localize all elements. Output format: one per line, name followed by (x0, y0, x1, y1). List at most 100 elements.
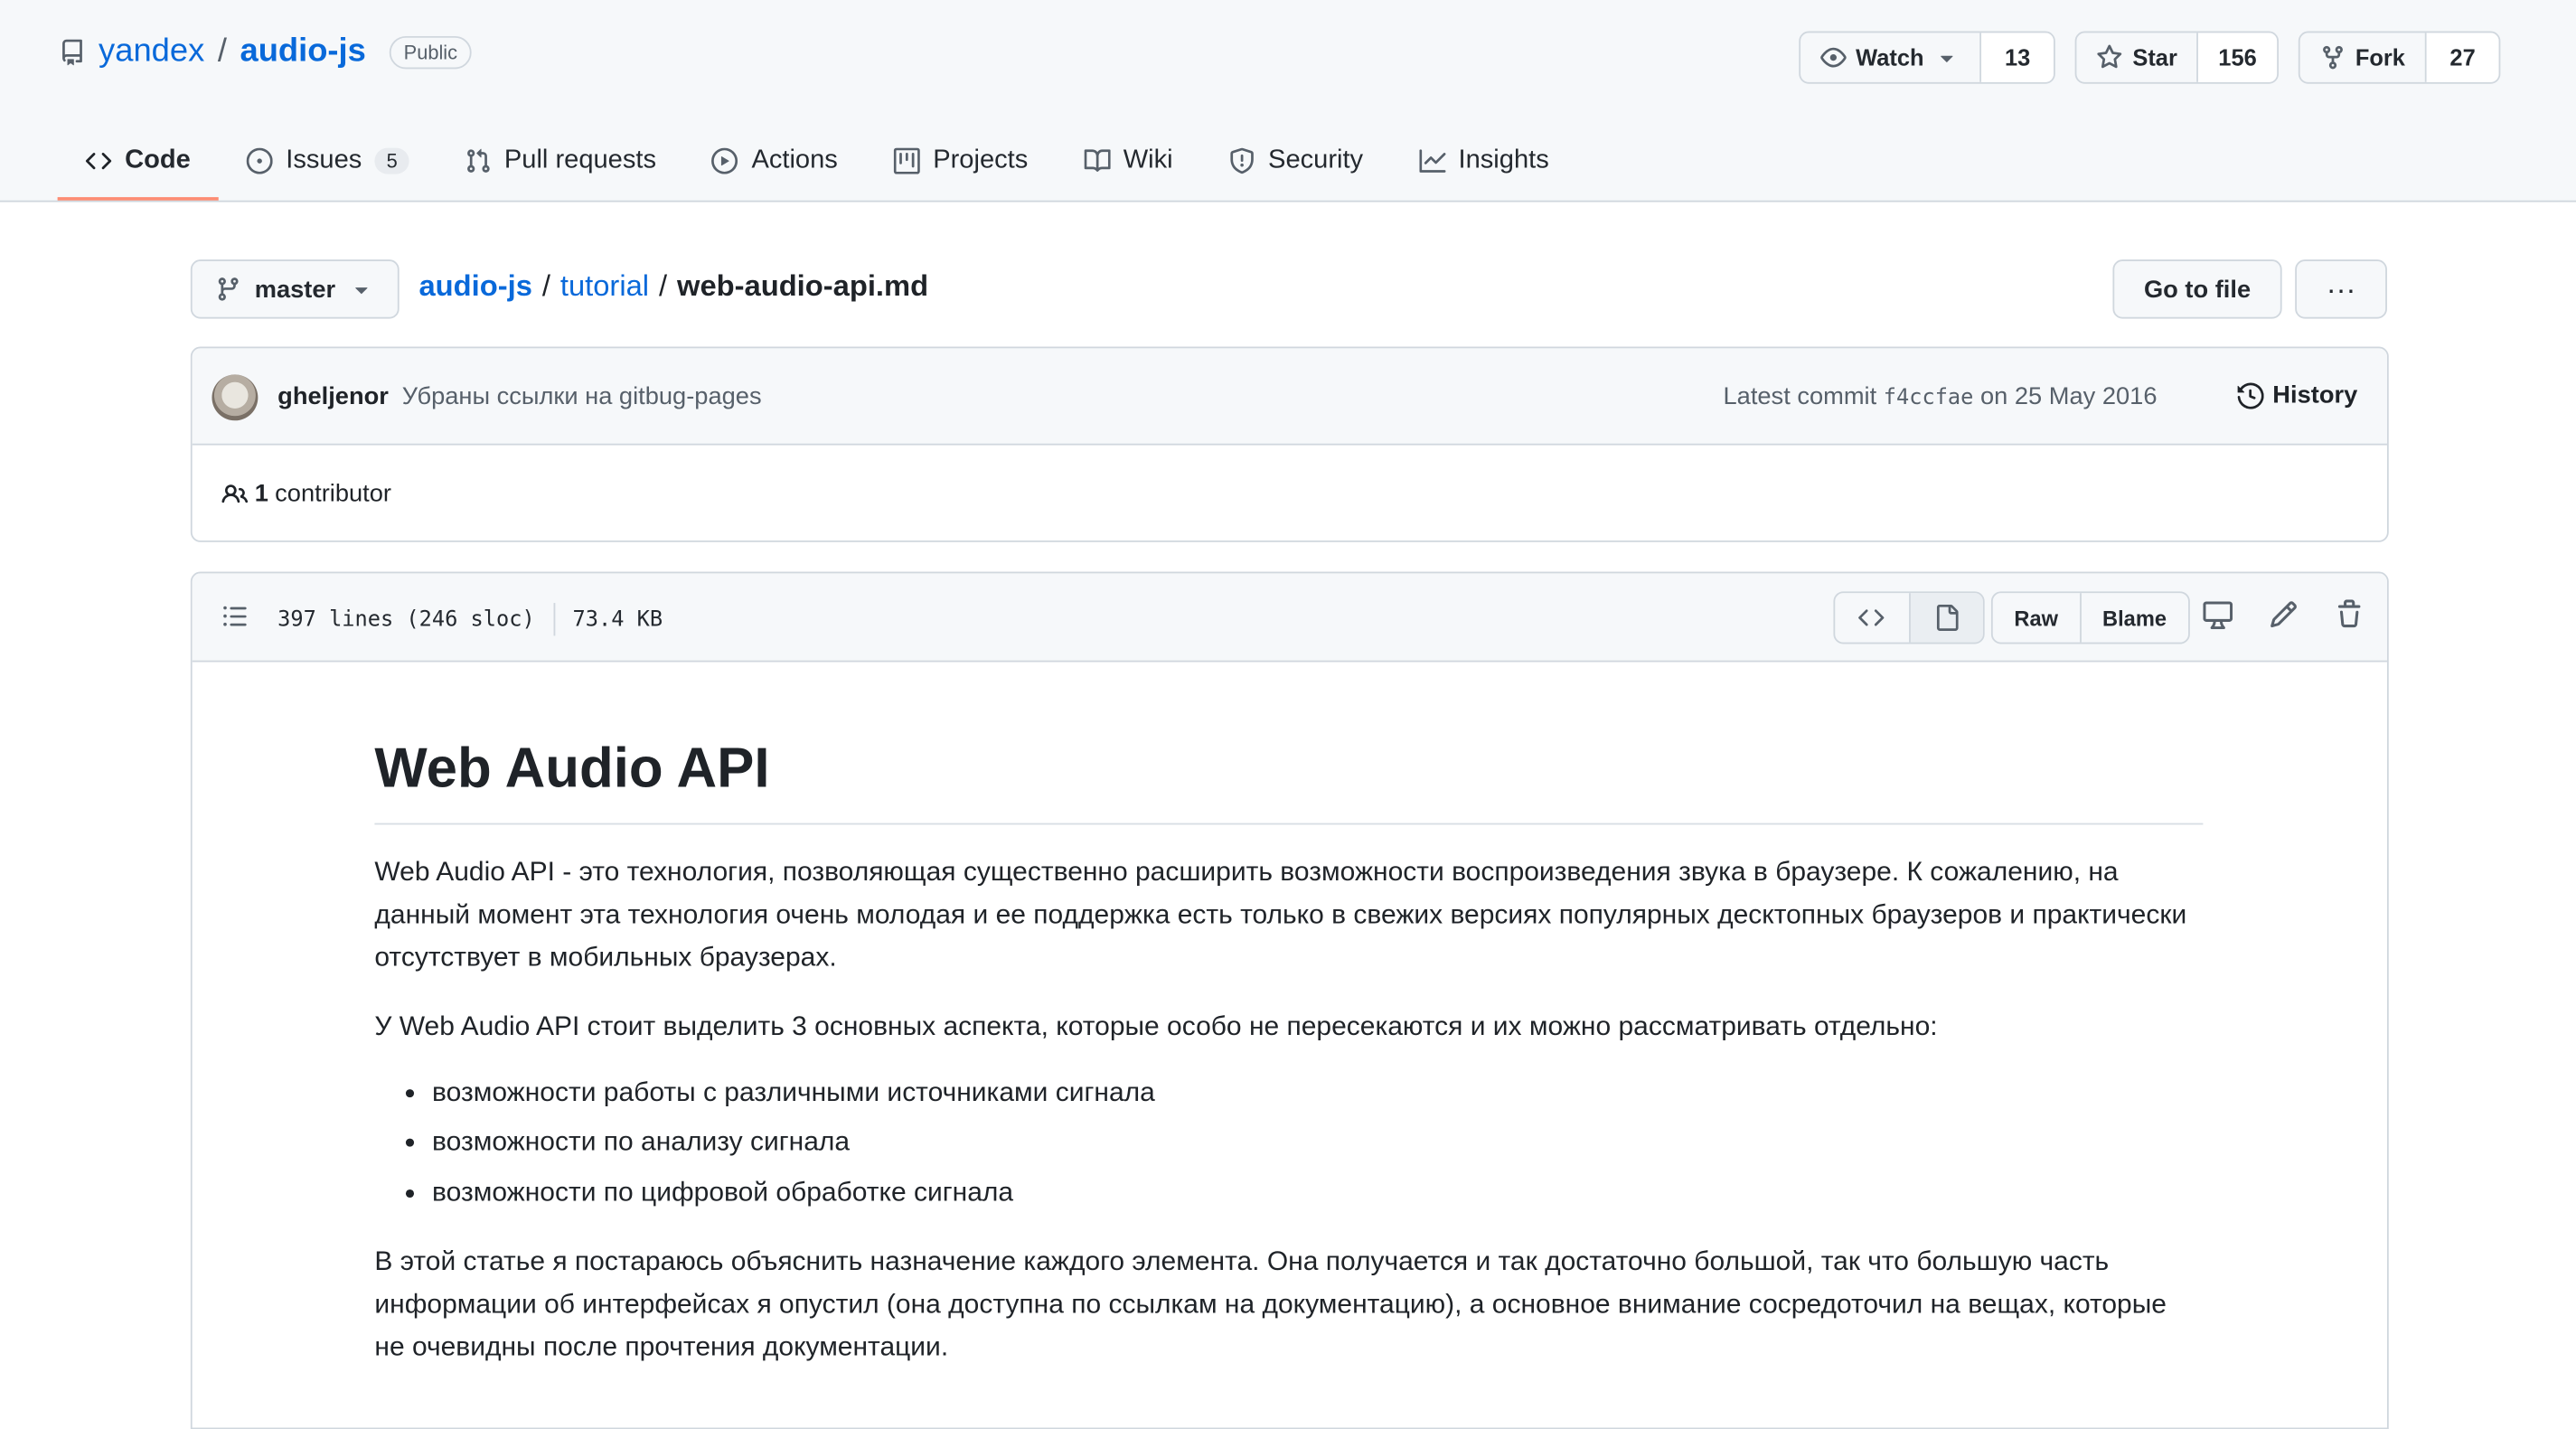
watch-label: Watch (1856, 44, 1924, 71)
commit-date: on 25 May 2016 (1979, 382, 2158, 411)
tab-actions-label: Actions (751, 146, 838, 174)
contributors-count: 1 (254, 479, 268, 508)
eye-icon (1819, 44, 1846, 71)
tab-code[interactable]: Code (57, 122, 219, 201)
source-view-button[interactable] (1835, 593, 1908, 643)
paragraph-intro: Web Audio API - это технология, позволяю… (374, 857, 2187, 973)
watch-button[interactable]: Watch (1800, 33, 1979, 82)
branch-name: master (254, 275, 336, 304)
book-icon (1084, 148, 1111, 174)
breadcrumb: audio-js / tutorial / web-audio-api.md (418, 269, 928, 304)
history-link[interactable]: History (2238, 381, 2357, 409)
rendered-view-button[interactable] (1908, 593, 1983, 643)
kebab-horizontal-icon: ··· (2326, 271, 2356, 306)
list-item: возможности по анализу сигнала (432, 1121, 2203, 1163)
breadcrumb-current-file: web-audio-api.md (676, 269, 929, 303)
code-icon (1858, 605, 1885, 631)
branch-selector[interactable]: master (190, 259, 400, 319)
commit-author-link[interactable]: gheljenor (277, 383, 389, 411)
fork-count[interactable]: 27 (2424, 33, 2499, 82)
file-icon (1933, 604, 1960, 631)
paragraph-aspects: У Web Audio API стоит выделить 3 основны… (374, 1011, 1938, 1041)
tab-issues-label: Issues (286, 146, 362, 174)
table-icon (893, 147, 920, 174)
list-item: возможности работы с различными источник… (432, 1071, 2203, 1114)
raw-button[interactable]: Raw (1993, 593, 2080, 643)
blame-button[interactable]: Blame (2079, 593, 2188, 643)
tab-security-label: Security (1268, 146, 1364, 174)
contributors-link[interactable]: 1 contributor (221, 480, 391, 508)
desktop-icon[interactable] (2203, 599, 2233, 630)
commit-header: gheljenor Убраны ссылки на gitbug-pages … (192, 348, 2387, 446)
file-header: 397 lines (246 sloc) 73.4 KB Raw Blame (192, 573, 2387, 663)
breadcrumb-separator: / (658, 269, 668, 303)
code-icon (85, 148, 112, 174)
tab-actions[interactable]: Actions (684, 122, 866, 201)
list-item: возможности по цифровой обработке сигнал… (432, 1171, 2203, 1214)
repo-tabs: Code Issues 5 Pull requests Actions Proj… (57, 122, 1577, 201)
repo-name-link[interactable]: audio-js (240, 33, 365, 71)
star-count[interactable]: 156 (2196, 33, 2277, 82)
latest-commit-label: Latest commit (1723, 382, 1877, 411)
file-viewer: 397 lines (246 sloc) 73.4 KB Raw Blame W… (190, 571, 2389, 1429)
go-to-file-button[interactable]: Go to file (2112, 259, 2282, 319)
fork-button[interactable]: Fork (2299, 33, 2425, 82)
commit-sha-link[interactable]: f4ccfae (1884, 386, 1974, 410)
more-options-button[interactable]: ··· (2295, 259, 2387, 319)
people-icon (221, 481, 249, 507)
watch-button-group: Watch 13 (1798, 31, 2055, 84)
repo-actions: Watch 13 Star 156 Fork 27 (1798, 31, 2501, 84)
article-title: Web Audio API (374, 736, 2204, 825)
star-icon (2096, 44, 2122, 71)
latest-commit-box: gheljenor Убраны ссылки на gitbug-pages … (190, 346, 2389, 542)
watch-count[interactable]: 13 (1979, 33, 2054, 82)
shield-icon (1228, 147, 1255, 174)
contributors-label: contributor (275, 479, 391, 508)
repo-owner-link[interactable]: yandex (99, 33, 204, 71)
caret-down-icon (1933, 44, 1960, 71)
fork-button-group: Fork 27 (2298, 31, 2501, 84)
tab-projects[interactable]: Projects (866, 122, 1056, 201)
repo-title: yandex / audio-js Public (59, 33, 473, 71)
tab-projects-label: Projects (933, 146, 1029, 174)
star-button-group: Star 156 (2074, 31, 2279, 84)
tab-security[interactable]: Security (1201, 122, 1391, 201)
paragraph-purpose: В этой статье я постараюсь объяснить наз… (374, 1246, 2167, 1362)
repo-separator: / (217, 33, 227, 70)
git-branch-icon (215, 276, 241, 302)
pencil-icon[interactable] (2269, 599, 2299, 629)
fork-icon (2319, 44, 2346, 71)
tab-wiki[interactable]: Wiki (1056, 122, 1200, 201)
file-actions (2203, 599, 2364, 630)
graph-icon (1418, 148, 1445, 174)
file-info: 397 lines (246 sloc) 73.4 KB (277, 603, 663, 636)
file-navigation: master audio-js / tutorial / web-audio-a… (190, 259, 2387, 319)
tab-insights-label: Insights (1458, 146, 1549, 174)
star-label: Star (2132, 44, 2177, 71)
aspects-list: возможности работы с различными источник… (374, 1071, 2203, 1214)
visibility-badge: Public (389, 35, 473, 69)
repo-icon (59, 38, 85, 65)
commit-message-link[interactable]: Убраны ссылки на gitbug-pages (402, 383, 762, 411)
breadcrumb-repo-link[interactable]: audio-js (418, 269, 531, 304)
tab-code-label: Code (125, 146, 191, 174)
star-button[interactable]: Star (2077, 33, 2197, 82)
divider (552, 603, 555, 636)
history-icon (2238, 381, 2265, 409)
caret-down-icon (349, 276, 375, 302)
avatar[interactable] (212, 374, 259, 421)
trash-icon[interactable] (2335, 599, 2364, 629)
list-unordered-icon[interactable] (221, 603, 248, 629)
tab-pull-requests-label: Pull requests (503, 146, 657, 174)
raw-blame-group: Raw Blame (1990, 591, 2190, 644)
tab-insights[interactable]: Insights (1391, 122, 1577, 201)
tab-pull-requests[interactable]: Pull requests (437, 122, 684, 201)
history-label: History (2272, 381, 2358, 409)
commit-meta: Latest commit f4ccfae on 25 May 2016 (1723, 383, 2157, 411)
breadcrumb-folder-link[interactable]: tutorial (560, 269, 649, 304)
tab-issues[interactable]: Issues 5 (219, 122, 437, 201)
file-lines: 397 lines (246 sloc) (277, 606, 535, 632)
commit-summary: gheljenor Убраны ссылки на gitbug-pages (277, 383, 761, 411)
repo-header: yandex / audio-js Public Watch 13 Star 1… (0, 0, 2576, 202)
fork-label: Fork (2355, 44, 2405, 71)
